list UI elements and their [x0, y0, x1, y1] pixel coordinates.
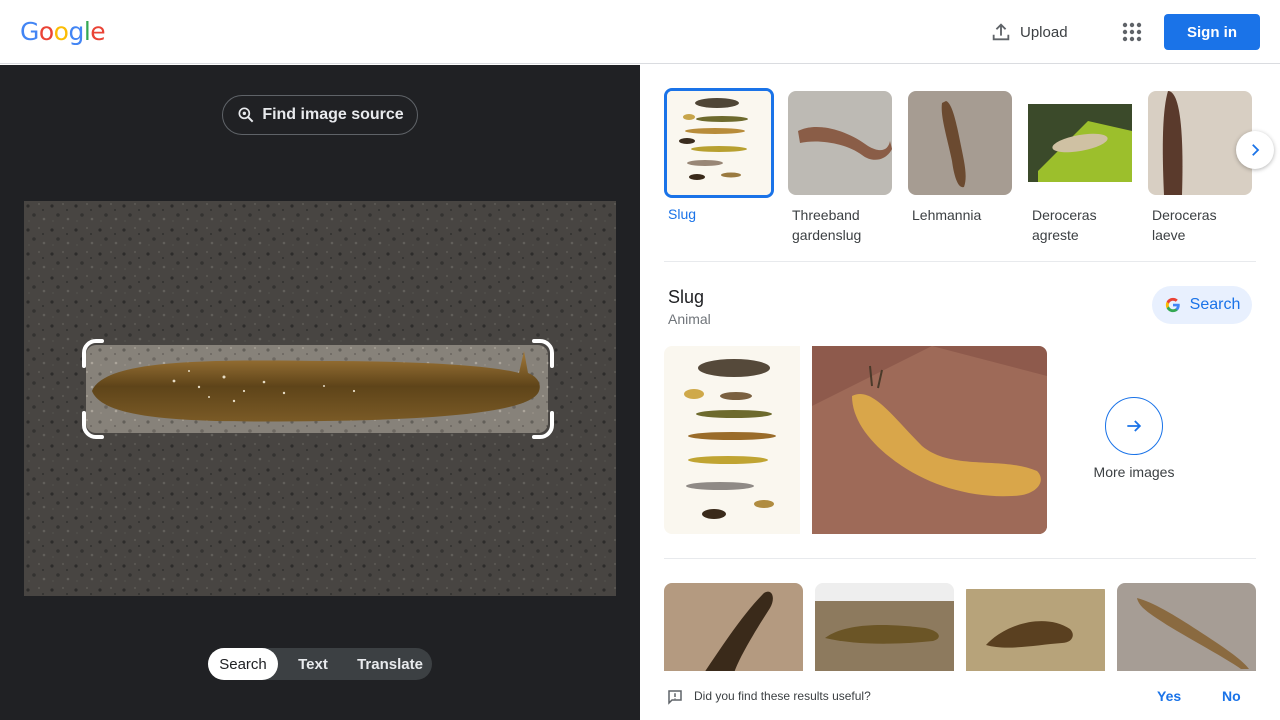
feedback-yes-button[interactable]: Yes: [1157, 688, 1181, 704]
google-search-button[interactable]: Search: [1152, 286, 1252, 324]
related-entities-carousel: Slug Threeband gardenslug Lehmannia Dero…: [664, 88, 1256, 251]
related-item-label: Deroceras agreste: [1032, 207, 1097, 243]
divider: [664, 558, 1256, 559]
related-item-image: [908, 91, 1012, 195]
entity-subtitle: Animal: [668, 311, 711, 327]
related-item-label: Deroceras laeve: [1152, 207, 1217, 243]
google-search-label: Search: [1189, 296, 1241, 313]
related-item-image: [788, 91, 892, 195]
lens-panel: Find image source Search Text Translate: [0, 65, 640, 720]
sign-in-button[interactable]: Sign in: [1164, 14, 1260, 50]
apps-grid-icon[interactable]: [1120, 20, 1144, 44]
more-images-label[interactable]: More images: [1080, 464, 1188, 480]
related-item[interactable]: Slug: [664, 88, 774, 224]
entity-image[interactable]: [664, 346, 800, 534]
visual-match-image[interactable]: [966, 583, 1105, 673]
more-images-button[interactable]: [1105, 397, 1163, 455]
related-item[interactable]: Lehmannia: [908, 91, 1012, 225]
entity-image[interactable]: [812, 346, 1047, 534]
related-item[interactable]: Threeband gardenslug: [788, 91, 892, 245]
feedback-question: Did you find these results useful?: [694, 689, 871, 703]
related-item[interactable]: Deroceras agreste: [1028, 91, 1132, 245]
related-item-label: Lehmannia: [912, 207, 982, 223]
related-item-label: Slug: [668, 206, 697, 222]
upload-label: Upload: [1020, 23, 1068, 41]
header: Google Upload Sign in: [0, 0, 1280, 64]
arrow-right-icon: [1127, 420, 1142, 432]
google-logo[interactable]: Google: [20, 17, 106, 46]
feedback-no-button[interactable]: No: [1222, 688, 1241, 704]
related-item-image: [1028, 91, 1132, 195]
divider: [664, 261, 1256, 262]
visual-match-image[interactable]: [664, 583, 803, 673]
visual-match-image[interactable]: [815, 583, 954, 673]
find-image-source-label: Find image source: [262, 106, 404, 123]
uploaded-image[interactable]: [24, 201, 616, 596]
mode-search[interactable]: Search: [208, 648, 278, 680]
mode-translate[interactable]: Translate: [348, 648, 432, 680]
lens-search-icon: [238, 107, 254, 123]
feedback-bar: Did you find these results useful? Yes N…: [640, 671, 1280, 720]
mode-text[interactable]: Text: [278, 648, 348, 680]
lens-mode-switch: Search Text Translate: [208, 648, 432, 680]
upload-button[interactable]: Upload: [990, 18, 1068, 46]
visual-match-image[interactable]: [1117, 583, 1256, 673]
carousel-next-button[interactable]: [1236, 131, 1274, 169]
related-item-label: Threeband gardenslug: [792, 207, 862, 243]
results-panel: Slug Threeband gardenslug Lehmannia Dero…: [640, 65, 1280, 720]
related-item[interactable]: Deroceras laeve: [1148, 91, 1252, 245]
find-image-source-button[interactable]: Find image source: [222, 95, 418, 135]
upload-icon: [992, 23, 1010, 41]
feedback-icon: [668, 690, 682, 705]
related-item-image: [664, 88, 774, 198]
chevron-right-icon: [1252, 144, 1260, 156]
google-g-icon: [1165, 297, 1180, 313]
entity-title: Slug: [668, 287, 705, 307]
